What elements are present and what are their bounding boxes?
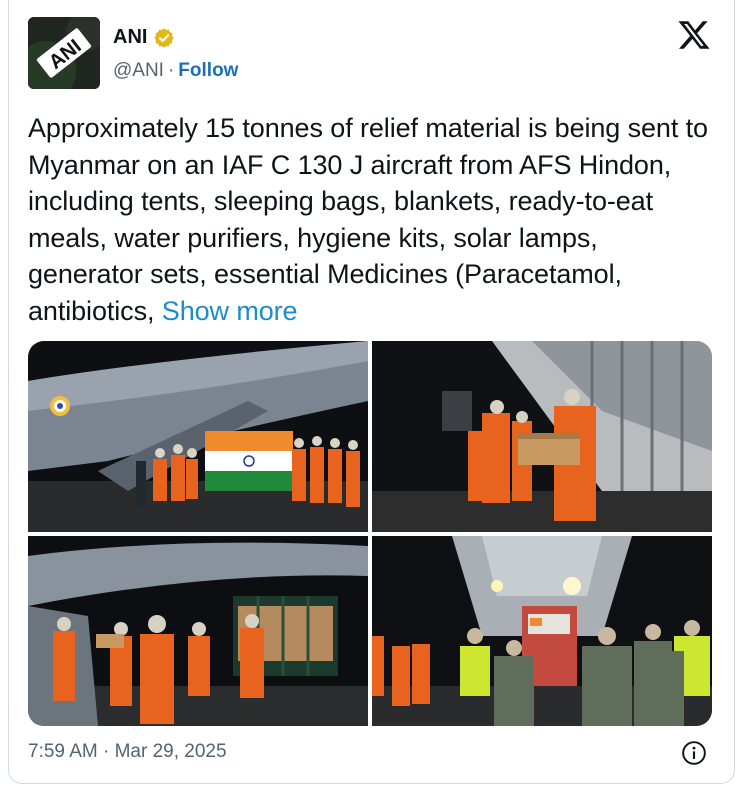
author-name[interactable]: ANI <box>113 26 147 49</box>
tweet-card: ANI ANI @ANI · Follow Approximately 15 t… <box>8 0 735 784</box>
avatar[interactable]: ANI <box>28 17 100 89</box>
author-row: ANI <box>113 26 175 49</box>
timestamp[interactable]: 7:59 AM · Mar 29, 2025 <box>28 741 227 763</box>
x-logo-icon[interactable] <box>677 18 711 52</box>
ani-logo: ANI <box>28 17 100 89</box>
follow-button[interactable]: Follow <box>178 60 238 82</box>
separator-dot: · <box>167 60 175 81</box>
media-grid <box>28 341 712 726</box>
photo-4[interactable] <box>372 536 712 726</box>
verified-badge-icon <box>154 27 175 48</box>
tweet-text: Approximately 15 tonnes of relief materi… <box>28 110 718 329</box>
photo-2[interactable] <box>372 341 712 532</box>
photo-3[interactable] <box>28 536 368 726</box>
tweet-body: Approximately 15 tonnes of relief materi… <box>28 113 708 326</box>
info-icon[interactable] <box>681 740 707 766</box>
show-more-link[interactable]: Show more <box>162 296 298 326</box>
photo-1[interactable] <box>28 341 368 532</box>
author-handle[interactable]: @ANI <box>113 60 164 82</box>
handle-row: @ANI · Follow <box>113 60 238 82</box>
